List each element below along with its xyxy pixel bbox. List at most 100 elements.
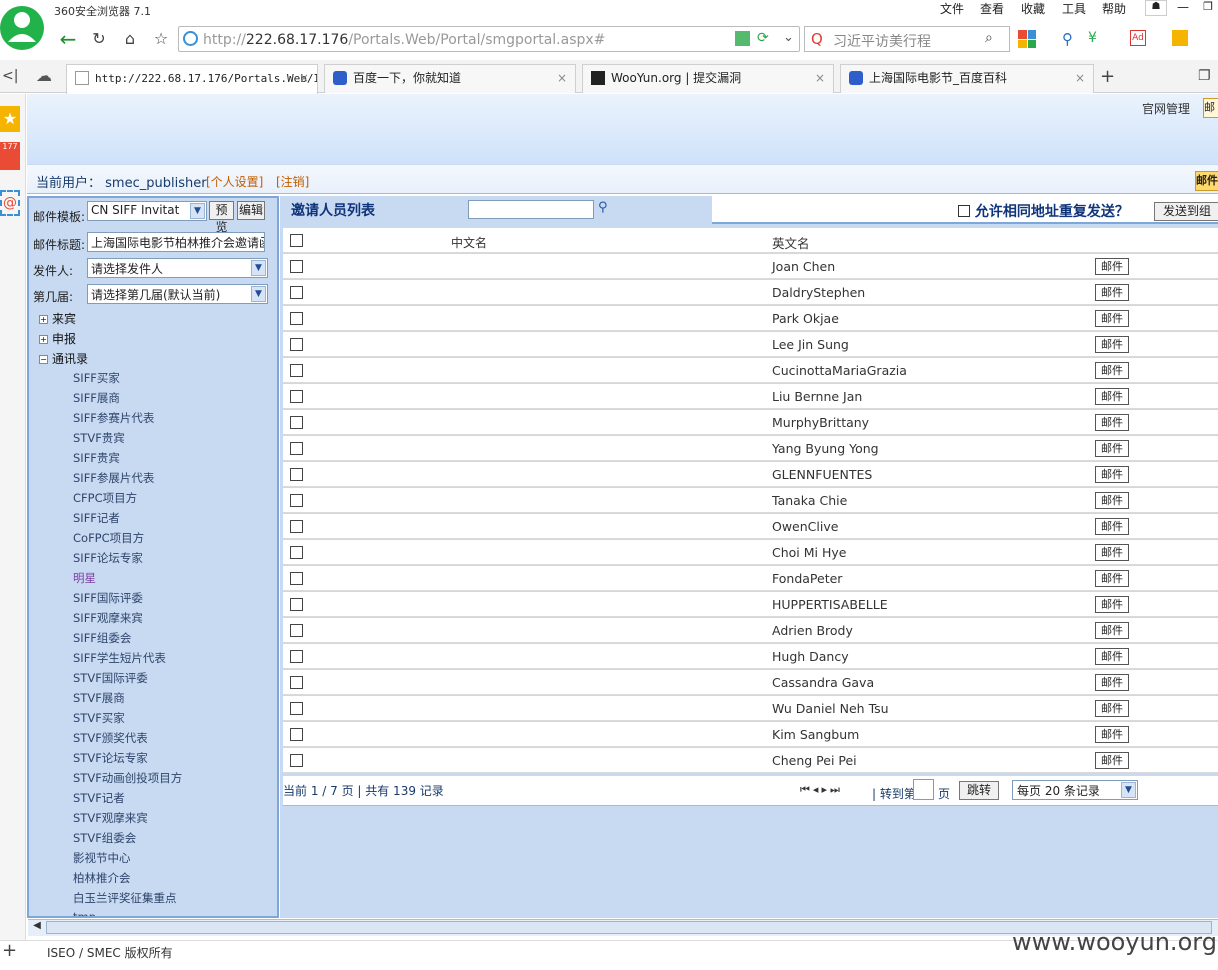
first-page-icon[interactable]: ⏮ bbox=[800, 783, 813, 796]
contact-group-item[interactable]: CoFPC项目方 bbox=[73, 530, 144, 546]
tab-close-icon[interactable]: × bbox=[557, 65, 567, 91]
contact-group-item[interactable]: STVF观摩来宾 bbox=[73, 810, 148, 826]
email-icon[interactable]: @ bbox=[0, 190, 20, 216]
scroll-left-icon[interactable]: ◀ bbox=[30, 920, 44, 934]
mail-button[interactable]: 邮件 bbox=[1095, 622, 1129, 639]
allow-duplicate-option[interactable]: 允许相同地址重复发送？ bbox=[958, 201, 1129, 221]
adblock-icon[interactable]: Ad bbox=[1130, 30, 1146, 46]
tab-list-icon[interactable]: ❐ bbox=[1198, 68, 1211, 84]
row-checkbox[interactable] bbox=[290, 312, 303, 325]
goto-page-input[interactable] bbox=[913, 779, 934, 800]
back-icon[interactable]: ← bbox=[56, 28, 80, 50]
expand-plus-icon[interactable]: + bbox=[39, 335, 48, 344]
mail-button[interactable]: 邮件 bbox=[1095, 544, 1129, 561]
mail-button[interactable]: 邮件 bbox=[1095, 492, 1129, 509]
logout-link[interactable]: [注销] bbox=[276, 173, 309, 190]
row-checkbox[interactable] bbox=[290, 364, 303, 377]
jump-button[interactable]: 跳转 bbox=[959, 781, 999, 800]
contact-group-item[interactable]: SIFF论坛专家 bbox=[73, 550, 143, 566]
mail-button[interactable]: 邮件 bbox=[1095, 388, 1129, 405]
contact-group-item[interactable]: 影视节中心 bbox=[73, 850, 131, 866]
row-checkbox[interactable] bbox=[290, 390, 303, 403]
search-box[interactable]: Q 习近平访美行程 ⌕ bbox=[804, 26, 1010, 52]
next-page-icon[interactable]: ▸ bbox=[821, 783, 830, 796]
address-bar[interactable]: http://222.68.17.176/Portals.Web/Portal/… bbox=[178, 26, 800, 52]
contact-group-item[interactable]: SIFF参赛片代表 bbox=[73, 410, 154, 426]
search-icon[interactable]: ⚲ bbox=[598, 200, 608, 215]
tab-close-icon[interactable]: × bbox=[299, 65, 309, 91]
row-checkbox[interactable] bbox=[290, 494, 303, 507]
mail-button[interactable]: 邮件 bbox=[1095, 648, 1129, 665]
qr-code-icon[interactable] bbox=[735, 31, 750, 46]
mail-button[interactable]: 邮件 bbox=[1095, 700, 1129, 717]
mail-button[interactable]: 邮件 bbox=[1095, 310, 1129, 327]
mail-button[interactable]: 邮件 bbox=[1095, 414, 1129, 431]
contact-group-item[interactable]: CFPC项目方 bbox=[73, 490, 137, 506]
row-checkbox[interactable] bbox=[290, 520, 303, 533]
tab-baidu[interactable]: 百度一下，你就知道 × bbox=[324, 64, 576, 93]
apps-grid-icon[interactable] bbox=[1018, 30, 1036, 48]
magnifier-tool-icon[interactable]: ⚲ bbox=[1062, 30, 1073, 48]
mail-button[interactable]: 邮件 bbox=[1095, 336, 1129, 353]
list-search-input[interactable] bbox=[468, 200, 594, 219]
contact-group-item[interactable]: SIFF观摩来宾 bbox=[73, 610, 143, 626]
row-checkbox[interactable] bbox=[290, 442, 303, 455]
per-page-select[interactable]: 每页 20 条记录 ▼ bbox=[1012, 780, 1138, 800]
tab-portal[interactable]: http://222.68.17.176/Portals.Web/I × bbox=[66, 64, 318, 94]
row-checkbox[interactable] bbox=[290, 260, 303, 273]
tree-node-applications[interactable]: + 申报 bbox=[39, 330, 76, 347]
mail-tab-button[interactable]: 邮件 bbox=[1203, 98, 1218, 118]
tab-baike[interactable]: 上海国际电影节_百度百科 × bbox=[840, 64, 1094, 93]
template-select[interactable]: CN SIFF Invitat ▼ bbox=[87, 201, 207, 221]
menu-favorites[interactable]: 收藏 bbox=[1021, 0, 1045, 17]
sender-select[interactable]: 请选择发件人 ▼ bbox=[87, 258, 268, 278]
contact-group-item[interactable]: 明星 bbox=[73, 570, 96, 586]
contact-group-item[interactable]: STVF动画创投项目方 bbox=[73, 770, 182, 786]
mail-button[interactable]: 邮件 bbox=[1095, 258, 1129, 275]
contact-group-item[interactable]: STVF组委会 bbox=[73, 830, 136, 846]
expand-plus-icon[interactable]: + bbox=[39, 315, 48, 324]
contact-group-item[interactable]: SIFF参展片代表 bbox=[73, 470, 154, 486]
contact-group-item[interactable]: 白玉兰评奖征集重点 bbox=[73, 890, 177, 906]
contact-group-item[interactable]: SIFF学生短片代表 bbox=[73, 650, 166, 666]
tree-node-guests[interactable]: + 来宾 bbox=[39, 310, 76, 327]
contact-group-item[interactable]: tmp bbox=[73, 910, 96, 916]
contact-group-item[interactable]: SIFF买家 bbox=[73, 370, 120, 386]
contact-group-item[interactable]: STVF贵宾 bbox=[73, 430, 125, 446]
collapse-minus-icon[interactable]: − bbox=[39, 355, 48, 364]
menu-tools[interactable]: 工具 bbox=[1062, 0, 1086, 17]
search-icon[interactable]: ⌕ bbox=[985, 30, 993, 46]
cloud-icon[interactable]: ☁ bbox=[36, 66, 52, 85]
row-checkbox[interactable] bbox=[290, 702, 303, 715]
tree-node-contacts[interactable]: − 通讯录 bbox=[39, 350, 88, 367]
contact-group-item[interactable]: STVF国际评委 bbox=[73, 670, 148, 686]
money-icon[interactable]: ¥ bbox=[1088, 30, 1097, 46]
row-checkbox[interactable] bbox=[290, 728, 303, 741]
mail-button[interactable]: 邮件 bbox=[1095, 518, 1129, 535]
contact-group-item[interactable]: STVF颁奖代表 bbox=[73, 730, 148, 746]
mail-button[interactable]: 邮件 bbox=[1095, 596, 1129, 613]
send-to-group-button[interactable]: 发送到组 bbox=[1154, 202, 1218, 221]
row-checkbox[interactable] bbox=[290, 338, 303, 351]
mail-button[interactable]: 邮件 bbox=[1095, 284, 1129, 301]
last-page-icon[interactable]: ⏭ bbox=[830, 783, 843, 796]
mail-button[interactable]: 邮件 bbox=[1095, 362, 1129, 379]
edit-button[interactable]: 编辑 bbox=[237, 201, 265, 220]
new-tab-icon[interactable]: + bbox=[1100, 66, 1115, 87]
contact-group-item[interactable]: 柏林推介会 bbox=[73, 870, 131, 886]
row-checkbox[interactable] bbox=[290, 416, 303, 429]
contact-group-item[interactable]: SIFF贵宾 bbox=[73, 450, 120, 466]
row-checkbox[interactable] bbox=[290, 546, 303, 559]
mail-button[interactable]: 邮件 bbox=[1095, 674, 1129, 691]
contact-group-item[interactable]: SIFF组委会 bbox=[73, 630, 131, 646]
row-checkbox[interactable] bbox=[290, 286, 303, 299]
favorites-star-icon[interactable]: ★ bbox=[0, 106, 20, 132]
row-checkbox[interactable] bbox=[290, 650, 303, 663]
tab-scroll-left-icon[interactable]: <| bbox=[2, 68, 18, 84]
row-checkbox[interactable] bbox=[290, 676, 303, 689]
mail-button[interactable]: 邮件 bbox=[1095, 466, 1129, 483]
mail-button[interactable]: 邮件 bbox=[1095, 440, 1129, 457]
tab-wooyun[interactable]: WooYun.org | 提交漏洞 × bbox=[582, 64, 834, 93]
favorite-star-icon[interactable]: ☆ bbox=[149, 28, 173, 50]
session-select[interactable]: 请选择第几届(默认当前) ▼ bbox=[87, 284, 268, 304]
